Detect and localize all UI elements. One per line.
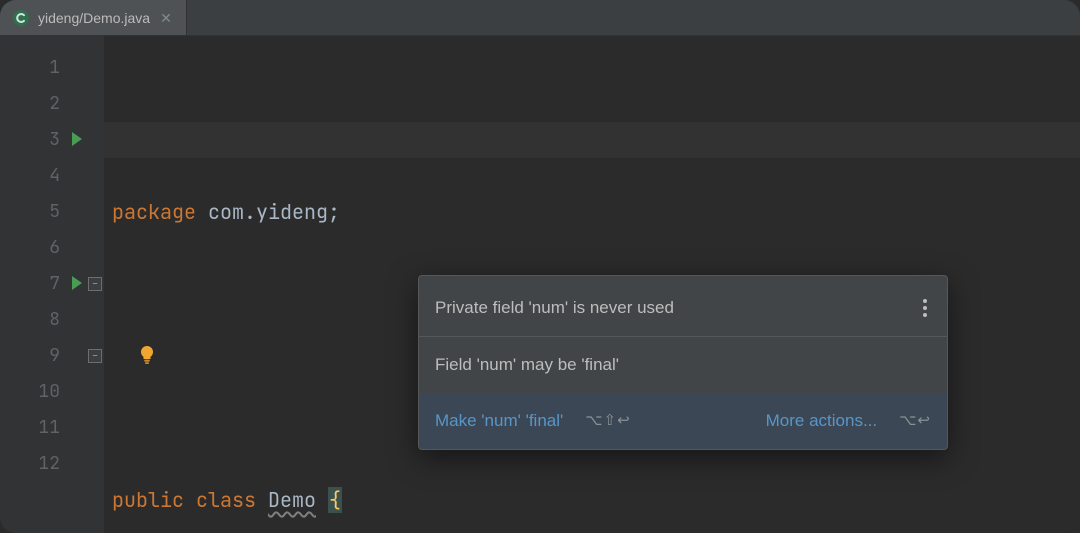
line-number: 12 <box>38 452 60 475</box>
line-number: 11 <box>38 416 60 439</box>
more-actions-link[interactable]: More actions... <box>766 403 878 439</box>
line-number: 2 <box>49 92 60 115</box>
gutter-run-icon[interactable] <box>72 132 82 146</box>
line-number: 8 <box>49 308 60 331</box>
line-number: 3 <box>49 128 60 151</box>
line-number: 9 <box>49 344 60 367</box>
line-number: 4 <box>49 164 60 187</box>
intention-bulb-icon[interactable] <box>136 341 158 363</box>
editor-tab-title: yideng/Demo.java <box>38 10 150 26</box>
line-number: 6 <box>49 236 60 259</box>
quick-fix-action[interactable]: Make 'num' 'final' <box>435 403 563 439</box>
fold-gutter: – – <box>86 36 104 533</box>
line-number-gutter: 1 2 3 4 5 6 7 8 9 10 11 12 <box>0 36 86 533</box>
inspection-message: Field 'num' may be 'final' <box>419 337 947 393</box>
inspection-actions: Make 'num' 'final' ⌥⇧↩ More actions... ⌥… <box>419 393 947 449</box>
tab-bar: yideng/Demo.java ✕ <box>0 0 1080 36</box>
code-editor[interactable]: 1 2 3 4 5 6 7 8 9 10 11 12 – – package c… <box>0 36 1080 533</box>
line-number: 10 <box>38 380 60 403</box>
current-line-highlight <box>104 122 1080 158</box>
fold-marker-icon[interactable]: – <box>88 277 102 291</box>
inspection-message-text: Field 'num' may be 'final' <box>435 347 619 383</box>
java-class-file-icon <box>12 9 30 27</box>
editor-tab[interactable]: yideng/Demo.java ✕ <box>0 0 187 35</box>
inspection-message-text: Private field 'num' is never used <box>435 290 674 326</box>
fold-marker-icon[interactable]: – <box>88 349 102 363</box>
close-tab-icon[interactable]: ✕ <box>158 11 174 25</box>
code-line[interactable]: public class Demo { <box>112 482 1080 518</box>
inspection-message: Private field 'num' is never used <box>419 280 947 336</box>
code-line[interactable]: package com.yideng; <box>112 194 1080 230</box>
shortcut-hint: ⌥↩ <box>899 403 931 439</box>
line-number: 1 <box>49 56 60 79</box>
gutter-run-icon[interactable] <box>72 276 82 290</box>
shortcut-hint: ⌥⇧↩ <box>585 403 630 439</box>
options-kebab-icon[interactable] <box>919 299 931 317</box>
line-number: 5 <box>49 200 60 223</box>
line-number: 7 <box>49 272 60 295</box>
inspection-popup: Private field 'num' is never used Field … <box>418 275 948 450</box>
